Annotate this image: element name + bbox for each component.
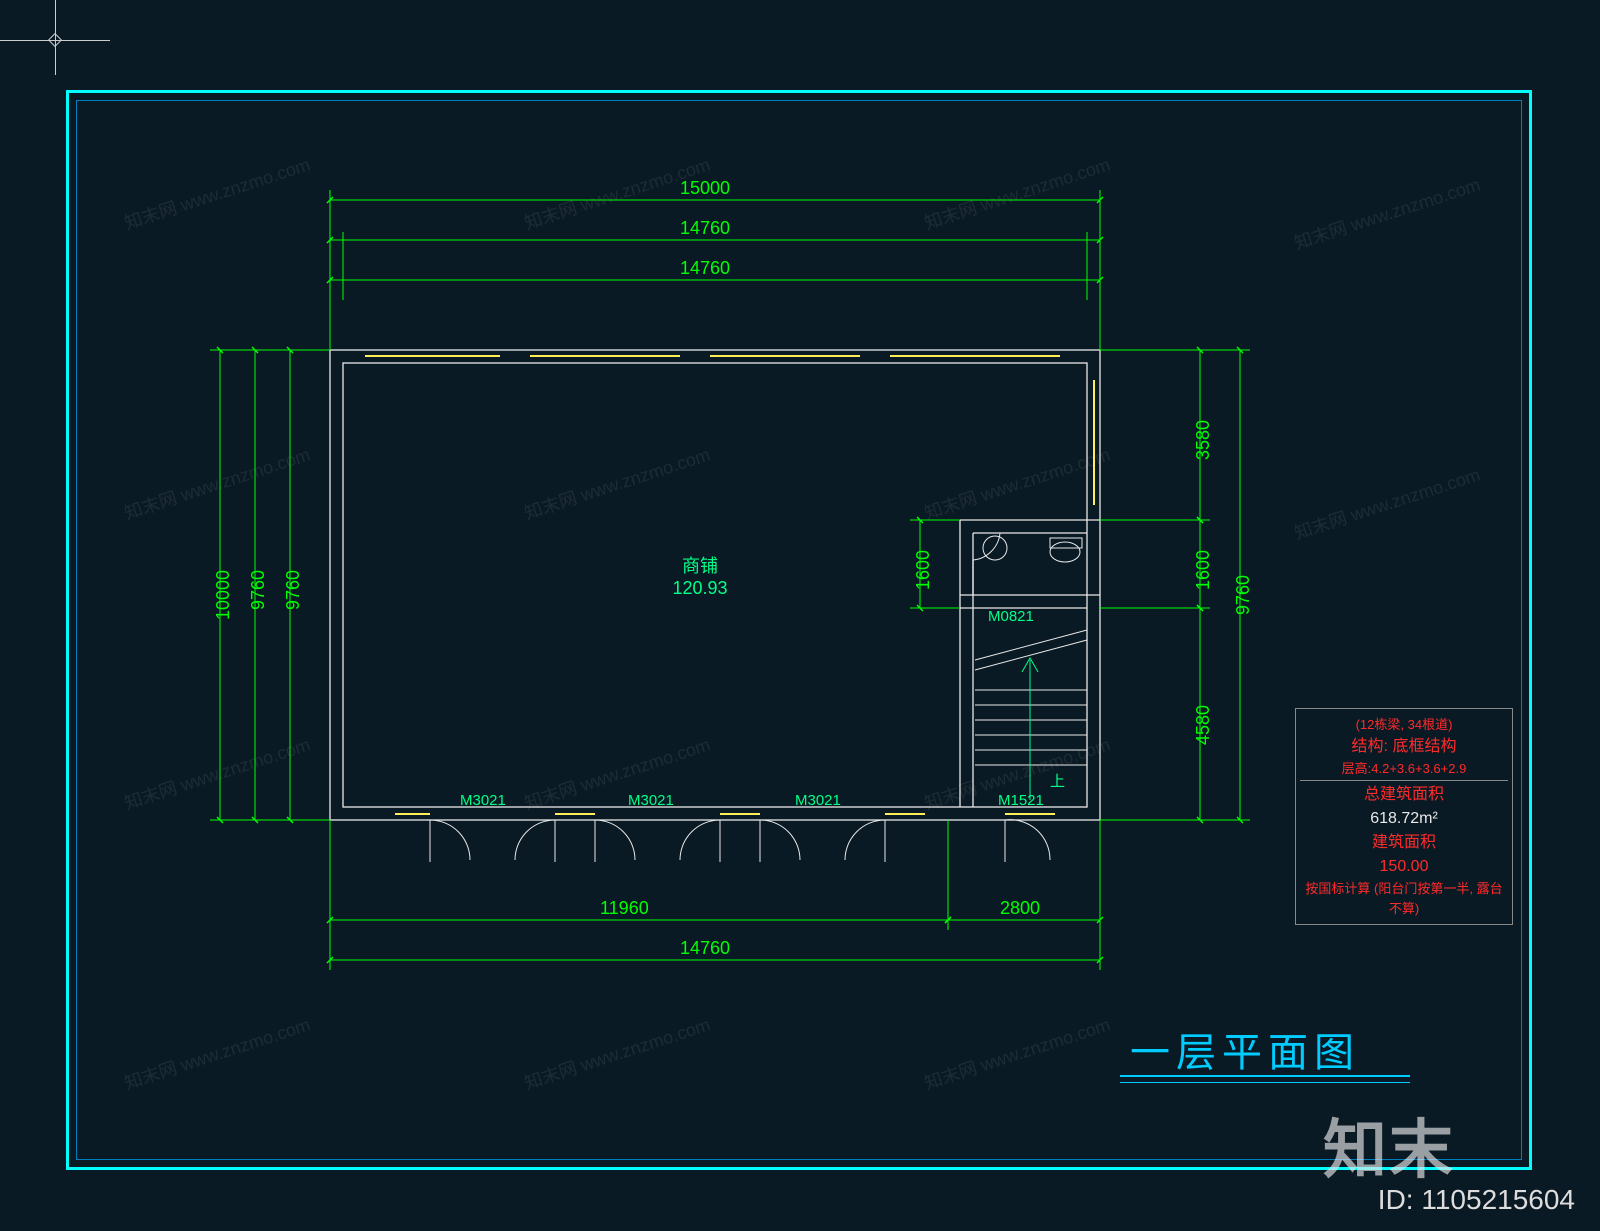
info-line-1: (12栋梁, 34根道) bbox=[1300, 715, 1508, 735]
dim-top-inner: 14760 bbox=[680, 258, 730, 279]
dim-right-total: 9760 bbox=[1233, 575, 1254, 615]
toilet-fixtures bbox=[983, 536, 1082, 562]
room-name: 商铺 bbox=[640, 552, 760, 578]
floor-plan-canvas bbox=[0, 0, 1600, 1231]
dim-left-outer: 10000 bbox=[213, 570, 234, 620]
title-underline-1 bbox=[1120, 1075, 1410, 1077]
room-area: 120.93 bbox=[640, 578, 760, 599]
door-label-1: M3021 bbox=[460, 792, 506, 809]
dim-top-mid: 14760 bbox=[680, 218, 730, 239]
dim-right-top: 3580 bbox=[1193, 420, 1214, 460]
dim-inner-1600: 1600 bbox=[913, 550, 934, 590]
image-id: ID: 1105215604 bbox=[1378, 1184, 1575, 1216]
info-total-area-value: 618.72m² bbox=[1300, 807, 1508, 831]
dim-top-outer: 15000 bbox=[680, 178, 730, 199]
room-label: 商铺 120.93 bbox=[640, 552, 760, 599]
title-underline-2 bbox=[1120, 1082, 1410, 1083]
door-label-3: M3021 bbox=[795, 792, 841, 809]
door-label-2: M3021 bbox=[628, 792, 674, 809]
drawing-title: 一层平面图 bbox=[1130, 1020, 1360, 1078]
info-total-area-label: 总建筑面积 bbox=[1300, 783, 1508, 807]
dim-bottom-right: 2800 bbox=[1000, 898, 1040, 919]
stair-label: 上 bbox=[1050, 770, 1065, 791]
dim-left-inner: 9760 bbox=[283, 570, 304, 610]
info-floor-area-label: 建筑面积 bbox=[1300, 831, 1508, 855]
stairs bbox=[975, 630, 1087, 800]
info-note: 按国标计算 (阳台门按第一半, 露台不算) bbox=[1300, 879, 1508, 918]
door-label-4: M1521 bbox=[998, 792, 1044, 809]
info-floor-area-value: 150.00 bbox=[1300, 855, 1508, 879]
dim-right-mid: 1600 bbox=[1193, 550, 1214, 590]
info-line-3: 层高:4.2+3.6+3.6+2.9 bbox=[1300, 759, 1508, 779]
dim-bottom-left: 11960 bbox=[600, 898, 649, 919]
dim-bottom-total: 14760 bbox=[680, 938, 730, 959]
logo-watermark: 知末 bbox=[1323, 1099, 1455, 1191]
info-line-2: 结构: 底框结构 bbox=[1300, 735, 1508, 759]
info-box: (12栋梁, 34根道) 结构: 底框结构 层高:4.2+3.6+3.6+2.9… bbox=[1295, 708, 1513, 925]
dim-right-bot: 4580 bbox=[1193, 705, 1214, 745]
dim-left-mid: 9760 bbox=[248, 570, 269, 610]
door-label-5: M0821 bbox=[988, 608, 1034, 625]
